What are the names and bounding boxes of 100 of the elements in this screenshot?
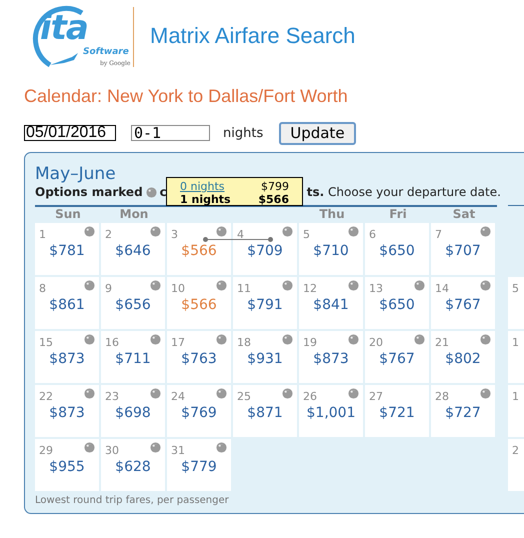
- day-cell[interactable]: 28 $727: [431, 385, 495, 437]
- fare-price: $646: [114, 243, 152, 259]
- weekday-header: Sat: [452, 207, 476, 221]
- weekday-header: Thu: [318, 207, 346, 221]
- day-number: 3: [171, 228, 178, 241]
- fare-price: $841: [312, 297, 350, 313]
- fare-price: $656: [114, 297, 152, 313]
- fare-price: $566: [180, 243, 218, 259]
- day-cell[interactable]: 20 $767: [365, 331, 429, 383]
- day-number: 1: [512, 336, 519, 349]
- day-cell[interactable]: 15 $873: [35, 331, 99, 383]
- day-cell[interactable]: 2 $646: [101, 223, 165, 275]
- day-cell[interactable]: 31 $779: [167, 439, 231, 491]
- day-cell[interactable]: 8 $861: [35, 277, 99, 329]
- fare-price: $650: [378, 243, 416, 259]
- day-number: 2: [512, 444, 519, 457]
- fare-price: $707: [444, 243, 482, 259]
- fare-price: $727: [444, 405, 482, 421]
- day-cell[interactable]: 4 $709: [233, 223, 297, 275]
- fare-price: $873: [48, 351, 86, 367]
- app-title: Matrix Airfare Search: [150, 23, 356, 49]
- nights-label: nights: [223, 126, 264, 140]
- day-cell[interactable]: 1: [508, 385, 524, 437]
- day-number: 1: [39, 228, 46, 241]
- day-number: 1: [512, 390, 519, 403]
- day-cell[interactable]: 6 $650: [365, 223, 429, 275]
- fare-price: $931: [246, 351, 284, 367]
- fare-price: $769: [180, 405, 218, 421]
- day-number: 25: [237, 390, 251, 403]
- fare-price: $781: [48, 243, 86, 259]
- fare-price: $711: [114, 351, 152, 367]
- day-cell[interactable]: 1: [508, 331, 524, 383]
- day-cell[interactable]: 3 $566: [167, 223, 231, 275]
- option-marker-icon: [146, 186, 157, 198]
- nights-link[interactable]: 0 nights: [180, 180, 225, 193]
- day-number: 11: [237, 282, 251, 295]
- day-number: 4: [237, 228, 244, 241]
- day-number: 14: [435, 282, 449, 295]
- day-number: 12: [303, 282, 317, 295]
- day-number: 10: [171, 282, 185, 295]
- day-cell[interactable]: 5: [508, 277, 524, 329]
- day-cell[interactable]: 11 $791: [233, 277, 297, 329]
- day-number: 24: [171, 390, 185, 403]
- fare-price: $767: [444, 297, 482, 313]
- day-cell[interactable]: 16 $711: [101, 331, 165, 383]
- legend-text: ts. Choose your departure date.: [306, 185, 501, 199]
- weekday-header: Mon: [118, 207, 150, 221]
- page-heading: Calendar: New York to Dallas/Fort Worth: [24, 86, 349, 107]
- day-cell[interactable]: 25 $871: [233, 385, 297, 437]
- fare-price: $873: [48, 405, 86, 421]
- day-cell[interactable]: 24 $769: [167, 385, 231, 437]
- day-number: 20: [369, 336, 383, 349]
- day-cell[interactable]: 1 $781: [35, 223, 99, 275]
- day-number: 6: [369, 228, 376, 241]
- day-number: 19: [303, 336, 317, 349]
- fare-price: $767: [378, 351, 416, 367]
- fare-price: $721: [378, 405, 416, 421]
- day-cell[interactable]: 10 $566: [167, 277, 231, 329]
- nights-field[interactable]: 0-1: [131, 125, 210, 141]
- day-number: 31: [171, 444, 185, 457]
- day-cell[interactable]: 13 $650: [365, 277, 429, 329]
- day-cell[interactable]: 7 $707: [431, 223, 495, 275]
- day-number: 17: [171, 336, 185, 349]
- day-number: 8: [39, 282, 46, 295]
- day-cell[interactable]: 12 $841: [299, 277, 363, 329]
- day-cell[interactable]: 23 $698: [101, 385, 165, 437]
- fare-price: $650: [378, 297, 416, 313]
- fare-price: $628: [114, 459, 152, 475]
- tooltip-price: $566: [258, 193, 289, 206]
- day-cell[interactable]: 2: [508, 439, 524, 491]
- day-cell[interactable]: 27 $721: [365, 385, 429, 437]
- day-cell[interactable]: 19 $873: [299, 331, 363, 383]
- day-cell[interactable]: 22 $873: [35, 385, 99, 437]
- legend-text: c: [160, 185, 167, 199]
- day-number: 5: [512, 282, 519, 295]
- day-cell[interactable]: 5 $710: [299, 223, 363, 275]
- day-number: 30: [105, 444, 119, 457]
- day-cell[interactable]: 30 $628: [101, 439, 165, 491]
- update-button[interactable]: Update: [279, 122, 356, 144]
- day-cell[interactable]: 21 $802: [431, 331, 495, 383]
- day-cell[interactable]: 26 $1,001: [299, 385, 363, 437]
- day-number: 26: [303, 390, 317, 403]
- fare-price: $861: [48, 297, 86, 313]
- day-cell[interactable]: 17 $763: [167, 331, 231, 383]
- day-cell[interactable]: 14 $767: [431, 277, 495, 329]
- day-number: 27: [369, 390, 383, 403]
- fare-price: $871: [246, 405, 284, 421]
- day-number: 2: [105, 228, 112, 241]
- day-cell[interactable]: 9 $656: [101, 277, 165, 329]
- day-cell[interactable]: 29 $955: [35, 439, 99, 491]
- day-cell[interactable]: 18 $931: [233, 331, 297, 383]
- fare-price: $709: [246, 243, 284, 259]
- fare-price: $698: [114, 405, 152, 421]
- fare-price: $710: [312, 243, 350, 259]
- weekday-header: Sun: [54, 207, 82, 221]
- day-number: 29: [39, 444, 53, 457]
- footnote: Lowest round trip fares, per passenger: [35, 495, 230, 506]
- day-number: 15: [39, 336, 53, 349]
- weekday-header: Fri: [388, 207, 408, 221]
- day-number: 13: [369, 282, 383, 295]
